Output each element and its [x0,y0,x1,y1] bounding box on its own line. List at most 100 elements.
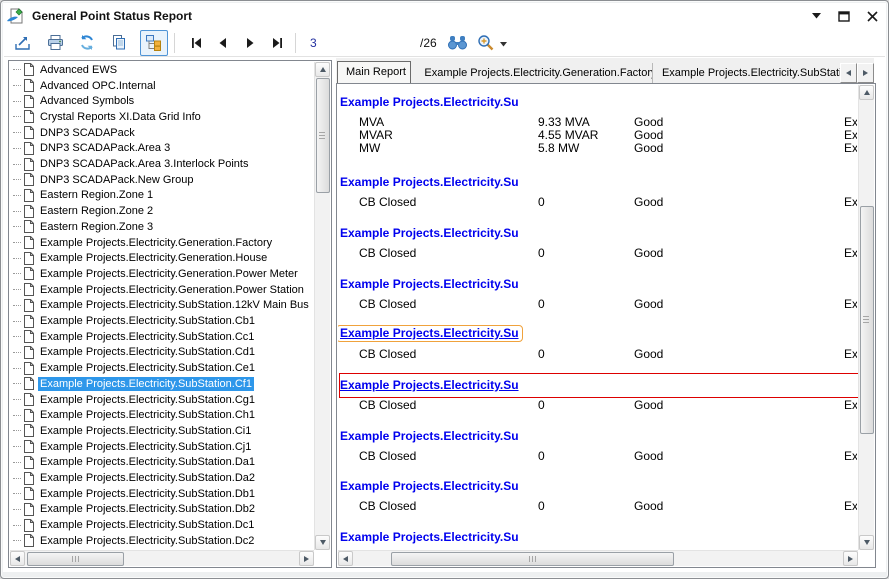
tab-report-2[interactable]: Example Projects.Electricity.SubStati [652,63,840,83]
crystal-report-app-icon [6,8,24,24]
tree-item[interactable]: Example Projects.Electricity.SubStation.… [11,517,314,533]
group-header-link[interactable]: Example Projects.Electricity.Su [340,530,519,544]
tree-item[interactable]: Example Projects.Electricity.SubStation.… [11,470,314,486]
tree-item[interactable]: Example Projects.Electricity.SubStation.… [11,313,314,329]
zoom-dropdown-arrow[interactable] [500,34,507,52]
tree-item[interactable]: Example Projects.Electricity.SubStation.… [11,360,314,376]
scroll-up-button[interactable] [315,62,330,77]
tree-item[interactable]: Advanced Symbols [11,93,314,109]
value-cell: 4.55 MVAR [538,128,630,142]
tree-item-label: Example Projects.Electricity.SubStation.… [38,534,256,548]
tree-item[interactable]: Example Projects.Electricity.SubStation.… [11,533,314,549]
tree-item-label: Example Projects.Electricity.SubStation.… [38,487,257,501]
quality-cell: Good [634,499,734,513]
report-hscroll-thumb[interactable] [391,552,674,566]
tree-item[interactable]: Example Projects.Electricity.SubStation.… [11,486,314,502]
tree-item-label: Example Projects.Electricity.SubStation.… [38,314,257,328]
tree-item[interactable]: Example Projects.Electricity.Generation.… [11,282,314,298]
group-header-link[interactable]: Example Projects.Electricity.Su [340,378,519,392]
report-vscroll-thumb[interactable] [860,206,874,434]
tree-item[interactable]: Eastern Region.Zone 3 [11,219,314,235]
tab-scroll-right-button[interactable] [857,63,874,83]
quality-cell: Good [634,115,734,129]
tree-item[interactable]: Example Projects.Electricity.SubStation.… [11,502,314,518]
last-page-button[interactable] [265,32,289,54]
triangle-right-icon [304,556,309,562]
copy-button[interactable] [106,31,132,55]
tree-item[interactable]: Example Projects.Electricity.SubStation.… [11,423,314,439]
quality-cell: Good [634,398,734,412]
scroll-right-button[interactable] [299,551,314,566]
tree-item[interactable]: DNP3 SCADAPack.Area 3 [11,141,314,157]
tree-item-label: Example Projects.Electricity.Generation.… [38,283,306,297]
tab-main-report[interactable]: Main Report [337,61,411,83]
export-button[interactable] [10,31,36,55]
tree-item[interactable]: DNP3 SCADAPack [11,125,314,141]
tree-item[interactable]: Advanced EWS [11,62,314,78]
tree-item[interactable]: Example Projects.Electricity.SubStation.… [11,392,314,408]
tree-item[interactable]: Example Projects.Electricity.Generation.… [11,235,314,251]
group-header-link[interactable]: Example Projects.Electricity.Su [340,429,519,443]
tree-connector-line [13,179,21,180]
tree-item[interactable]: Example Projects.Electricity.SubStation.… [11,376,314,392]
report-vertical-scrollbar[interactable] [858,85,874,550]
point-name-cell: CB Closed [359,347,529,361]
previous-page-button[interactable] [211,32,235,54]
tree-item[interactable]: Advanced OPC.Internal [11,78,314,94]
tree-item-label: Eastern Region.Zone 3 [38,220,155,234]
tree-item[interactable]: Example Projects.Electricity.SubStation.… [11,329,314,345]
tree-item[interactable]: Eastern Region.Zone 1 [11,188,314,204]
page-number-input[interactable] [306,33,418,53]
tree-item[interactable]: Example Projects.Electricity.Generation.… [11,266,314,282]
tree-item[interactable]: Eastern Region.Zone 2 [11,203,314,219]
tree-hscroll-thumb[interactable] [27,552,124,566]
scroll-up-button[interactable] [859,85,874,100]
tab-scroll-left-button[interactable] [840,63,857,83]
tree-item[interactable]: Example Projects.Electricity.SubStation.… [11,345,314,361]
report-horizontal-scrollbar[interactable] [338,550,858,566]
next-page-button[interactable] [238,32,262,54]
group-header-link[interactable]: Example Projects.Electricity.Su [340,479,519,493]
tree-connector-line [13,258,21,259]
maximize-button[interactable] [837,10,851,22]
tree-horizontal-scrollbar[interactable] [10,550,314,566]
tree-item-label: DNP3 SCADAPack [38,126,137,140]
tree-item[interactable]: Example Projects.Electricity.SubStation.… [11,455,314,471]
document-icon [24,362,34,375]
point-name-cell: MVA [359,115,529,129]
scroll-down-button[interactable] [859,535,874,550]
tree-item[interactable]: Example Projects.Electricity.Generation.… [11,250,314,266]
tree-item[interactable]: Example Projects.Electricity.SubStation.… [11,439,314,455]
scroll-right-button[interactable] [843,551,858,566]
tree-connector-line [13,399,21,400]
refresh-button[interactable] [74,31,100,55]
tree-connector-line [13,462,21,463]
group-header-link[interactable]: Example Projects.Electricity.Su [340,226,519,240]
tree-item[interactable]: DNP3 SCADAPack.New Group [11,172,314,188]
find-button[interactable] [445,31,471,55]
first-page-button[interactable] [184,32,208,54]
tab-report-1[interactable]: Example Projects.Electricity.Generation.… [415,63,652,83]
toggle-group-tree-button[interactable] [140,30,168,56]
tree-vertical-scrollbar[interactable] [314,62,330,550]
tree-connector-line [13,85,21,86]
tree-vscroll-thumb[interactable] [316,78,330,193]
group-tree-panel: Advanced EWSAdvanced OPC.InternalAdvance… [8,60,332,568]
tree-item[interactable]: Example Projects.Electricity.SubStation.… [11,298,314,314]
close-button[interactable] [865,10,879,22]
value-cell: 0 [538,246,630,260]
scroll-left-button[interactable] [10,551,25,566]
tree-item[interactable]: Crystal Reports XI.Data Grid Info [11,109,314,125]
print-button[interactable] [42,31,68,55]
group-header-link[interactable]: Example Projects.Electricity.Su [340,277,519,291]
tree-item[interactable]: DNP3 SCADAPack.Area 3.Interlock Points [11,156,314,172]
group-header-link[interactable]: Example Projects.Electricity.Su [340,95,519,109]
zoom-button[interactable] [473,31,499,55]
scroll-down-button[interactable] [315,535,330,550]
window-menu-button[interactable] [809,10,823,22]
tree-item[interactable]: Example Projects.Electricity.SubStation.… [11,407,314,423]
scroll-left-button[interactable] [338,551,353,566]
group-header-link[interactable]: Example Projects.Electricity.Su [340,175,519,189]
tree-item-label: Advanced Symbols [38,94,136,108]
group-header-link[interactable]: Example Projects.Electricity.Su [338,325,523,342]
